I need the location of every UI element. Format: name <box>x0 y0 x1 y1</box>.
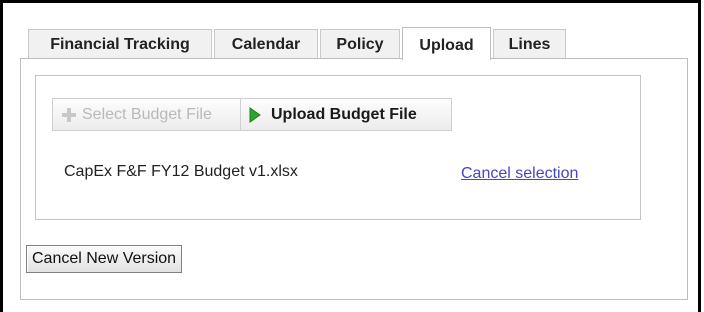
tab-financial-tracking[interactable]: Financial Tracking <box>28 29 212 59</box>
tab-bar: Financial Tracking Calendar Policy Uploa… <box>28 27 568 60</box>
upload-budget-file-label: Upload Budget File <box>271 105 417 123</box>
upload-budget-file-button[interactable]: Upload Budget File <box>240 98 452 131</box>
upload-button-row: Select Budget File Upload Budget File <box>52 98 452 131</box>
select-budget-file-label: Select Budget File <box>82 105 212 123</box>
tab-policy[interactable]: Policy <box>320 29 400 59</box>
upload-box: Select Budget File Upload Budget File Ca… <box>35 75 641 220</box>
tab-calendar[interactable]: Calendar <box>214 29 318 59</box>
select-budget-file-button[interactable]: Select Budget File <box>52 98 241 131</box>
tab-lines[interactable]: Lines <box>493 29 566 59</box>
tab-upload[interactable]: Upload <box>402 27 491 60</box>
play-arrow-icon <box>249 106 261 123</box>
cancel-selection-link[interactable]: Cancel selection <box>461 165 578 183</box>
cancel-new-version-button[interactable]: Cancel New Version <box>26 245 183 273</box>
plus-icon <box>61 107 77 123</box>
selected-file-name: CapEx F&F FY12 Budget v1.xlsx <box>64 163 298 180</box>
